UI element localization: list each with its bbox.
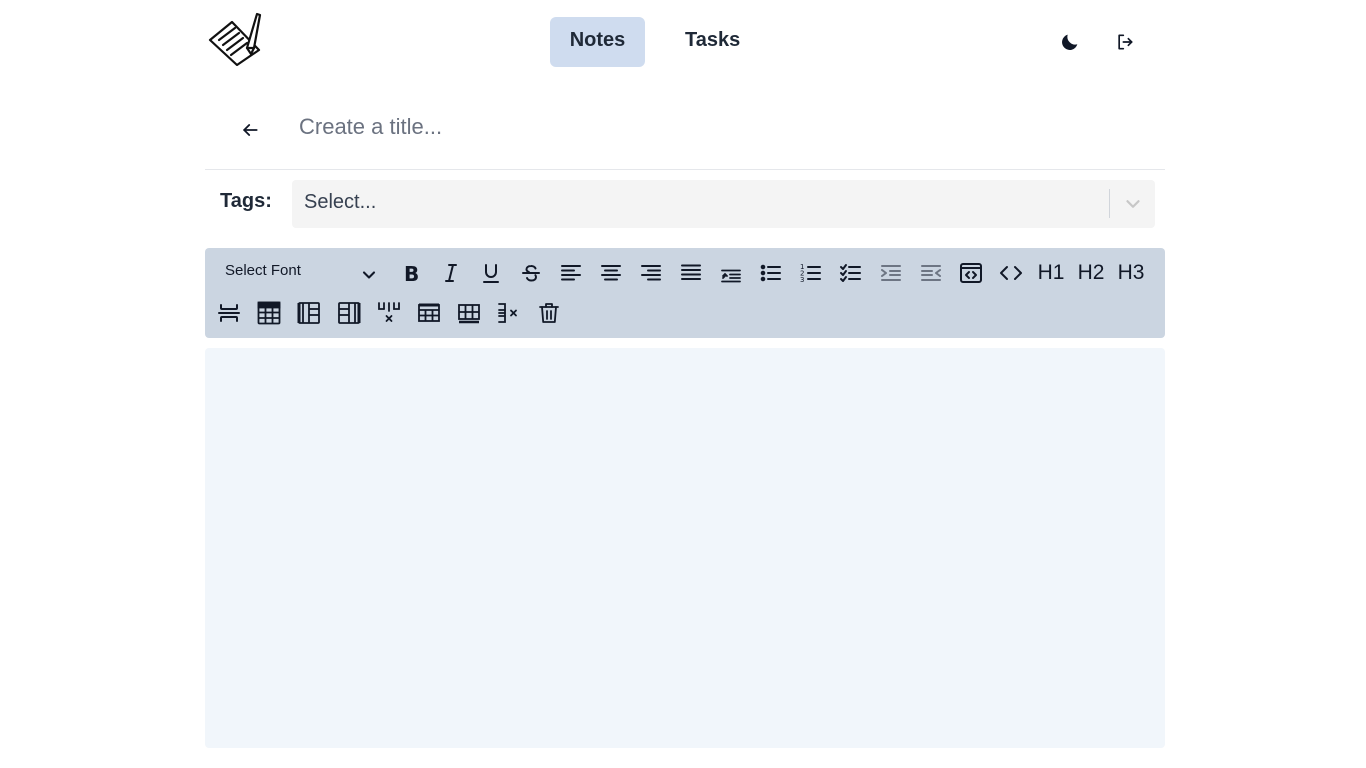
- underline-button[interactable]: [476, 258, 506, 288]
- align-right-icon: [641, 265, 661, 281]
- row-after-icon: [458, 304, 480, 324]
- align-center-icon: [601, 265, 621, 281]
- add-row-after-button[interactable]: [454, 298, 484, 328]
- tab-tasks[interactable]: Tasks: [665, 17, 740, 67]
- heading-1-label: H1: [1037, 261, 1065, 284]
- chevron-down-icon[interactable]: [1122, 193, 1144, 215]
- moon-icon: [1062, 34, 1078, 50]
- main-nav: Notes Tasks: [550, 17, 740, 67]
- logout-button[interactable]: [1111, 28, 1139, 56]
- bullet-list-icon: [760, 264, 781, 282]
- svg-text:B: B: [404, 262, 419, 285]
- horizontal-rule-button[interactable]: [214, 298, 244, 328]
- strikethrough-button[interactable]: [516, 258, 546, 288]
- editor-toolbar: Select Font B 1 2 3 H1 H2 H3: [205, 248, 1165, 338]
- align-left-icon: [561, 265, 581, 281]
- align-center-button[interactable]: [596, 258, 626, 288]
- code-block-icon: [960, 263, 982, 283]
- indent-button[interactable]: [876, 258, 906, 288]
- add-row-before-button[interactable]: [414, 298, 444, 328]
- font-select[interactable]: Select Font: [225, 260, 385, 286]
- note-title-row: [205, 95, 1165, 170]
- theme-toggle-button[interactable]: [1056, 28, 1084, 56]
- italic-button[interactable]: [436, 258, 466, 288]
- tags-placeholder: Select...: [304, 191, 377, 213]
- blockquote-button[interactable]: [716, 258, 746, 288]
- tags-label: Tags:: [220, 190, 272, 212]
- logout-icon: [1118, 34, 1133, 50]
- title-input[interactable]: [299, 107, 1139, 147]
- bullet-list-button[interactable]: [756, 258, 786, 288]
- column-after-icon: [338, 302, 361, 324]
- bold-icon: B: [404, 262, 419, 285]
- indent-icon: [881, 265, 901, 281]
- align-justify-icon: [681, 264, 701, 280]
- italic-icon: [445, 264, 457, 282]
- align-right-button[interactable]: [636, 258, 666, 288]
- ordered-list-icon: 1 2 3: [800, 263, 821, 284]
- note-editor[interactable]: [205, 348, 1165, 748]
- svg-text:3: 3: [800, 276, 804, 284]
- outdent-icon: [921, 265, 941, 281]
- code-block-button[interactable]: [956, 258, 986, 288]
- delete-row-icon: [498, 303, 517, 323]
- heading-1-button[interactable]: H1: [1033, 258, 1069, 288]
- quote-icon: [721, 269, 741, 283]
- ordered-list-button[interactable]: 1 2 3: [796, 258, 826, 288]
- insert-table-button[interactable]: [254, 298, 284, 328]
- task-list-button[interactable]: [836, 258, 866, 288]
- delete-column-icon: [378, 302, 400, 322]
- outdent-button[interactable]: [916, 258, 946, 288]
- underline-icon: [483, 264, 499, 283]
- heading-2-button[interactable]: H2: [1073, 258, 1109, 288]
- code-icon: [1000, 266, 1022, 280]
- bold-button[interactable]: B: [396, 258, 426, 288]
- delete-column-button[interactable]: [374, 298, 404, 328]
- back-button[interactable]: [235, 115, 265, 145]
- row-before-icon: [418, 303, 440, 322]
- chevron-down-icon: [362, 271, 376, 279]
- align-justify-button[interactable]: [676, 258, 706, 288]
- heading-3-button[interactable]: H3: [1113, 258, 1149, 288]
- heading-3-label: H3: [1117, 261, 1145, 284]
- delete-table-button[interactable]: [534, 298, 564, 328]
- font-select-label: Select Font: [225, 262, 301, 279]
- select-separator: [1109, 189, 1110, 218]
- horizontal-rule-icon: [218, 304, 240, 322]
- inline-code-button[interactable]: [996, 258, 1026, 288]
- app-logo: [207, 10, 263, 67]
- column-before-icon: [297, 302, 320, 324]
- table-icon: [257, 301, 281, 325]
- add-column-before-button[interactable]: [294, 298, 324, 328]
- arrow-left-icon: [243, 124, 258, 136]
- heading-2-label: H2: [1077, 261, 1105, 284]
- align-left-button[interactable]: [556, 258, 586, 288]
- delete-row-button[interactable]: [494, 298, 524, 328]
- tab-notes[interactable]: Notes: [550, 17, 645, 67]
- checklist-icon: [840, 264, 861, 282]
- strikethrough-icon: [522, 265, 540, 282]
- notepad-pencil-icon: [208, 12, 262, 67]
- tags-select[interactable]: Select...: [292, 180, 1155, 228]
- trash-icon: [539, 303, 559, 323]
- add-column-after-button[interactable]: [334, 298, 364, 328]
